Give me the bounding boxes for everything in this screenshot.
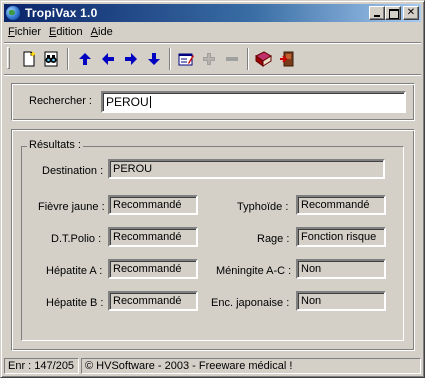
dt-polio-field: Recommandé <box>108 227 198 247</box>
globe-icon <box>6 6 20 20</box>
exit-door-icon[interactable] <box>276 48 298 70</box>
rage-field: Fonction risque <box>296 227 386 247</box>
minus-icon[interactable] <box>221 48 243 70</box>
arrow-left-icon[interactable] <box>97 48 119 70</box>
search-label: Rechercher : <box>29 95 92 107</box>
toolbar-separator-line <box>4 74 421 76</box>
meningite-label: Méningite A-C : <box>216 265 292 277</box>
hepatite-a-field: Recommandé <box>108 259 198 279</box>
find-binoculars-icon[interactable] <box>40 48 62 70</box>
arrow-right-icon[interactable] <box>120 48 142 70</box>
edit-form-icon[interactable] <box>175 48 197 70</box>
window-title: TropiVax 1.0 <box>25 6 98 20</box>
maximize-button[interactable] <box>385 6 401 20</box>
fievre-jaune-label: Fièvre jaune : <box>38 201 105 213</box>
meningite-field: Non <box>296 259 386 279</box>
encephalite-label: Enc. japonaise : <box>211 297 290 309</box>
minimize-button[interactable] <box>369 6 385 20</box>
menu-fichier[interactable]: Fichier <box>4 26 45 38</box>
toolbar-separator <box>247 48 249 70</box>
menu-edition[interactable]: Edition <box>45 26 87 38</box>
encephalite-field: Non <box>296 291 386 311</box>
hepatite-b-label: Hépatite B : <box>46 297 104 309</box>
dt-polio-label: D.T.Polio : <box>51 233 102 245</box>
toolbar-separator <box>169 48 171 70</box>
status-record: Enr : 147/205 <box>4 358 79 374</box>
destination-field: PEROU <box>108 159 385 179</box>
typhoide-label: Typhoïde : <box>237 201 289 213</box>
hepatite-b-field: Recommandé <box>108 291 198 311</box>
typhoide-field: Recommandé <box>296 195 386 215</box>
menu-bar: Fichier Edition Aide <box>4 23 117 41</box>
new-document-icon[interactable] <box>18 48 40 70</box>
arrow-down-icon[interactable] <box>143 48 165 70</box>
toolbar <box>4 43 421 73</box>
toolbar-grip[interactable] <box>7 47 10 69</box>
menu-aide[interactable]: Aide <box>87 26 117 38</box>
close-button[interactable]: ✕ <box>403 6 419 20</box>
search-input[interactable]: PEROU <box>101 91 406 113</box>
toolbar-separator <box>67 48 69 70</box>
book-icon[interactable] <box>252 48 274 70</box>
destination-label: Destination : <box>42 165 104 177</box>
arrow-up-icon[interactable] <box>74 48 96 70</box>
status-copyright: © HVSoftware - 2003 - Freeware médical ! <box>81 358 421 374</box>
fievre-jaune-field: Recommandé <box>108 195 198 215</box>
hepatite-a-label: Hépatite A : <box>46 265 103 277</box>
results-legend: Résultats : <box>27 139 83 151</box>
plus-icon[interactable] <box>198 48 220 70</box>
rage-label: Rage : <box>257 233 290 245</box>
title-bar[interactable]: TropiVax 1.0 ✕ <box>4 4 421 22</box>
main-window: TropiVax 1.0 ✕ Fichier Edition Aide Rech… <box>0 0 425 378</box>
